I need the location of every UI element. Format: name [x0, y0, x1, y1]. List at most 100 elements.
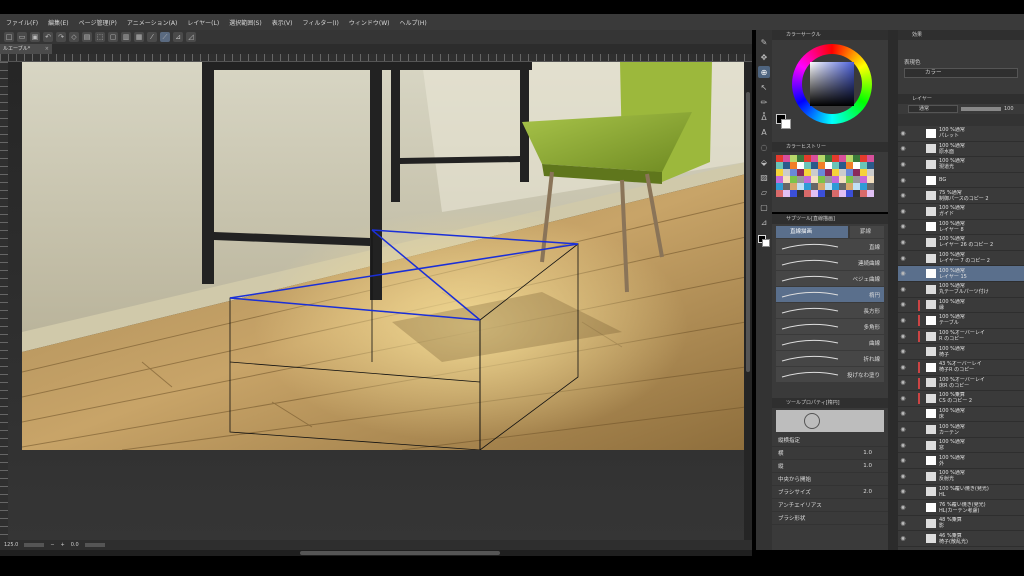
color-swatch[interactable] [846, 162, 853, 169]
tab-straight-line[interactable]: 直線描画 [776, 226, 848, 238]
eraser-icon[interactable]: ▱ [758, 186, 770, 198]
operation-icon[interactable]: ↖ [758, 81, 770, 93]
layer-row[interactable]: ◉ 100 %通常 椅子 [898, 344, 1024, 360]
menu-view[interactable]: 表示(V) [272, 18, 293, 27]
menu-file[interactable]: ファイル(F) [6, 18, 38, 27]
visibility-icon[interactable]: ◉ [898, 208, 908, 215]
color-swatch[interactable] [839, 169, 846, 176]
snap-ruler-icon[interactable]: ⁄ [147, 32, 157, 42]
color-swatch[interactable] [797, 190, 804, 197]
color-swatch[interactable] [797, 155, 804, 162]
deselect-icon[interactable]: ▢ [108, 32, 118, 42]
menu-layer[interactable]: レイヤー(L) [187, 18, 219, 27]
layer-row[interactable]: ◉ 100 %通常 レイヤー 8 [898, 220, 1024, 236]
color-swatch[interactable] [825, 162, 832, 169]
layer-row[interactable]: ◉ 100 %通常 テーブル [898, 313, 1024, 329]
visibility-icon[interactable]: ◉ [898, 442, 908, 449]
color-swatch[interactable] [846, 190, 853, 197]
display-color-select[interactable]: カラー [904, 68, 1018, 78]
zoom-value[interactable]: 125.0 [4, 542, 18, 548]
visibility-icon[interactable]: ◉ [898, 130, 908, 137]
color-swatch[interactable] [853, 155, 860, 162]
color-swatch[interactable] [846, 155, 853, 162]
layer-row[interactable]: ◉ 43 %オーバーレイ 椅子R のコピー [898, 360, 1024, 376]
color-swatch[interactable] [825, 190, 832, 197]
layer-row[interactable]: ◉ 46 %乗算 椅子(散乱光) [898, 531, 1024, 548]
layer-row[interactable]: ◉ 100 %通常 レイヤー 26 のコピー 2 [898, 235, 1024, 251]
color-swatch[interactable] [846, 176, 853, 183]
color-swatch[interactable] [860, 176, 867, 183]
layer-row[interactable]: ◉ 48 %乗算 影 [898, 516, 1024, 532]
color-swatch[interactable] [825, 183, 832, 190]
color-swatch[interactable] [797, 176, 804, 183]
visibility-icon[interactable]: ◉ [898, 535, 908, 542]
hue-wheel[interactable] [792, 44, 872, 124]
color-swatch[interactable] [818, 176, 825, 183]
subtool-item[interactable]: 直線 [776, 239, 884, 254]
subtool-item[interactable]: 折れ線 [776, 351, 884, 366]
color-swatch[interactable] [860, 183, 867, 190]
color-swatch[interactable] [832, 162, 839, 169]
color-swatch[interactable] [790, 155, 797, 162]
layer-row[interactable]: ◉ 100 %通常 丸テーブルパーツ付け [898, 282, 1024, 298]
color-swatch[interactable] [839, 176, 846, 183]
pen-icon[interactable]: ✎ [758, 36, 770, 48]
color-swatch[interactable] [867, 176, 874, 183]
zoom-in-icon[interactable]: + [61, 542, 65, 548]
color-swatch[interactable] [811, 162, 818, 169]
layer-row[interactable]: ◉ 100 %通常 現道光 [898, 157, 1024, 173]
color-swatch[interactable] [867, 169, 874, 176]
color-swatch[interactable] [783, 190, 790, 197]
blend-mode-select[interactable]: 通常 [908, 105, 958, 113]
rotation-value[interactable]: 0.0 [71, 542, 79, 548]
tool-property-row[interactable]: 縦横指定 [772, 434, 888, 447]
visibility-icon[interactable]: ◉ [898, 177, 908, 184]
sub-color-swatch[interactable] [781, 119, 791, 129]
subtool-item[interactable]: 投げなわ塗り [776, 367, 884, 382]
color-swatch[interactable] [839, 183, 846, 190]
subtool-item[interactable]: 楕円 [776, 287, 884, 302]
color-swatch[interactable] [783, 169, 790, 176]
color-swatch[interactable] [776, 169, 783, 176]
tool-property-value[interactable]: 1.0 [863, 450, 872, 456]
ruler-icon[interactable]: ◿ [186, 32, 196, 42]
canvas-area[interactable] [8, 62, 752, 540]
color-swatch[interactable] [790, 176, 797, 183]
fill-bucket-icon[interactable]: ⬙ [758, 156, 770, 168]
color-swatch[interactable] [832, 155, 839, 162]
tool-property-row[interactable]: ブラシ形状 [772, 512, 888, 525]
subtool-item[interactable]: 長方形 [776, 303, 884, 318]
fill-icon[interactable]: ▤ [82, 32, 92, 42]
color-swatch[interactable] [790, 183, 797, 190]
color-swatch[interactable] [860, 162, 867, 169]
layer-row[interactable]: ◉ BG [898, 173, 1024, 189]
lasso-icon[interactable]: ◌ [758, 141, 770, 153]
color-swatch[interactable] [846, 169, 853, 176]
color-swatch[interactable] [797, 183, 804, 190]
document-tab[interactable]: ルエーブル* × [0, 44, 52, 54]
color-swatch[interactable] [860, 169, 867, 176]
color-swatch[interactable] [853, 190, 860, 197]
color-swatch[interactable] [776, 183, 783, 190]
color-swatch[interactable] [790, 162, 797, 169]
color-swatch[interactable] [804, 190, 811, 197]
color-swatch[interactable] [853, 176, 860, 183]
redo-icon[interactable]: ↷ [56, 32, 66, 42]
visibility-icon[interactable]: ◉ [898, 145, 908, 152]
color-swatch[interactable] [853, 169, 860, 176]
zoom-out-icon[interactable]: − [50, 542, 54, 548]
color-swatch[interactable] [818, 169, 825, 176]
visibility-icon[interactable]: ◉ [898, 410, 908, 417]
color-swatch[interactable] [825, 176, 832, 183]
pencil-icon[interactable]: ✏ [758, 96, 770, 108]
artwork-canvas[interactable] [22, 62, 746, 450]
visibility-icon[interactable]: ◉ [898, 333, 908, 340]
color-swatch[interactable] [776, 176, 783, 183]
color-swatch[interactable] [804, 183, 811, 190]
color-swatch[interactable] [804, 169, 811, 176]
menu-page[interactable]: ページ管理(P) [79, 18, 117, 27]
color-swatch[interactable] [811, 190, 818, 197]
subtool-item[interactable]: 多角形 [776, 319, 884, 334]
color-swatch[interactable] [790, 169, 797, 176]
transform-icon[interactable]: ⬚ [95, 32, 105, 42]
